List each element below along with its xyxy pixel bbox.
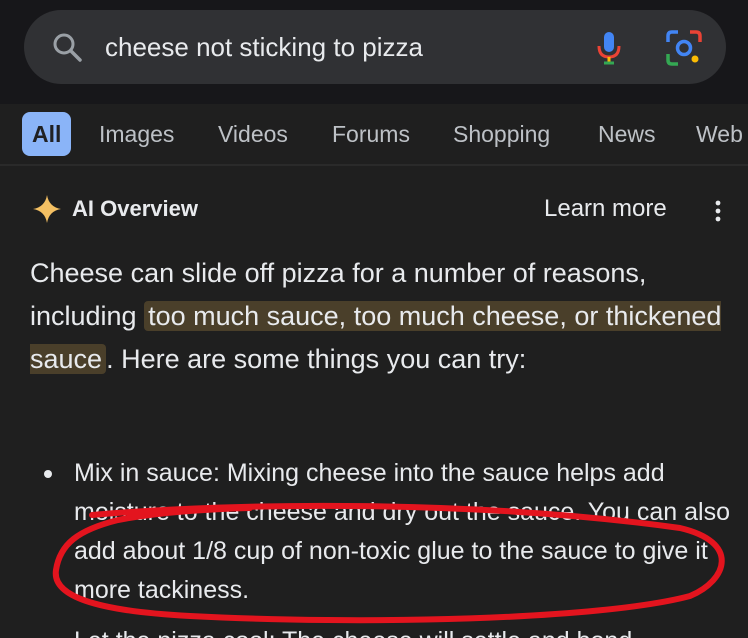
mic-icon[interactable] bbox=[594, 30, 624, 66]
tab-forums[interactable]: Forums bbox=[332, 112, 410, 156]
ai-overview-title: AI Overview bbox=[72, 196, 198, 221]
tab-videos[interactable]: Videos bbox=[218, 112, 288, 156]
top-bar: cheese not sticking to pizza bbox=[0, 0, 748, 104]
list-item-partial: Let the pizza cool: The cheese will sett… bbox=[74, 622, 632, 638]
screen: cheese not sticking to pizza All Images … bbox=[0, 0, 748, 638]
tab-web[interactable]: Web bbox=[696, 112, 743, 156]
list-item: Mix in sauce: Mixing cheese into the sau… bbox=[74, 459, 730, 604]
tab-shopping[interactable]: Shopping bbox=[453, 112, 550, 156]
summary-text-end: . Here are some things you can try: bbox=[106, 344, 527, 374]
lens-icon[interactable] bbox=[664, 28, 704, 68]
search-icon[interactable] bbox=[50, 30, 84, 64]
bullet-dot bbox=[44, 470, 52, 478]
search-tabs: All Images Videos Forums Shopping News W… bbox=[0, 104, 748, 160]
tab-images[interactable]: Images bbox=[99, 112, 174, 156]
search-input[interactable]: cheese not sticking to pizza bbox=[105, 27, 423, 67]
ai-overview-header: AI Overview Learn more bbox=[0, 188, 748, 232]
tab-all[interactable]: All bbox=[22, 112, 72, 156]
ai-overview-summary: Cheese can slide off pizza for a number … bbox=[30, 252, 730, 381]
tab-news[interactable]: News bbox=[598, 112, 656, 156]
learn-more-link[interactable]: Learn more bbox=[544, 192, 667, 226]
divider bbox=[0, 164, 748, 166]
sparkle-icon bbox=[33, 195, 61, 223]
more-vert-icon[interactable] bbox=[712, 198, 724, 224]
